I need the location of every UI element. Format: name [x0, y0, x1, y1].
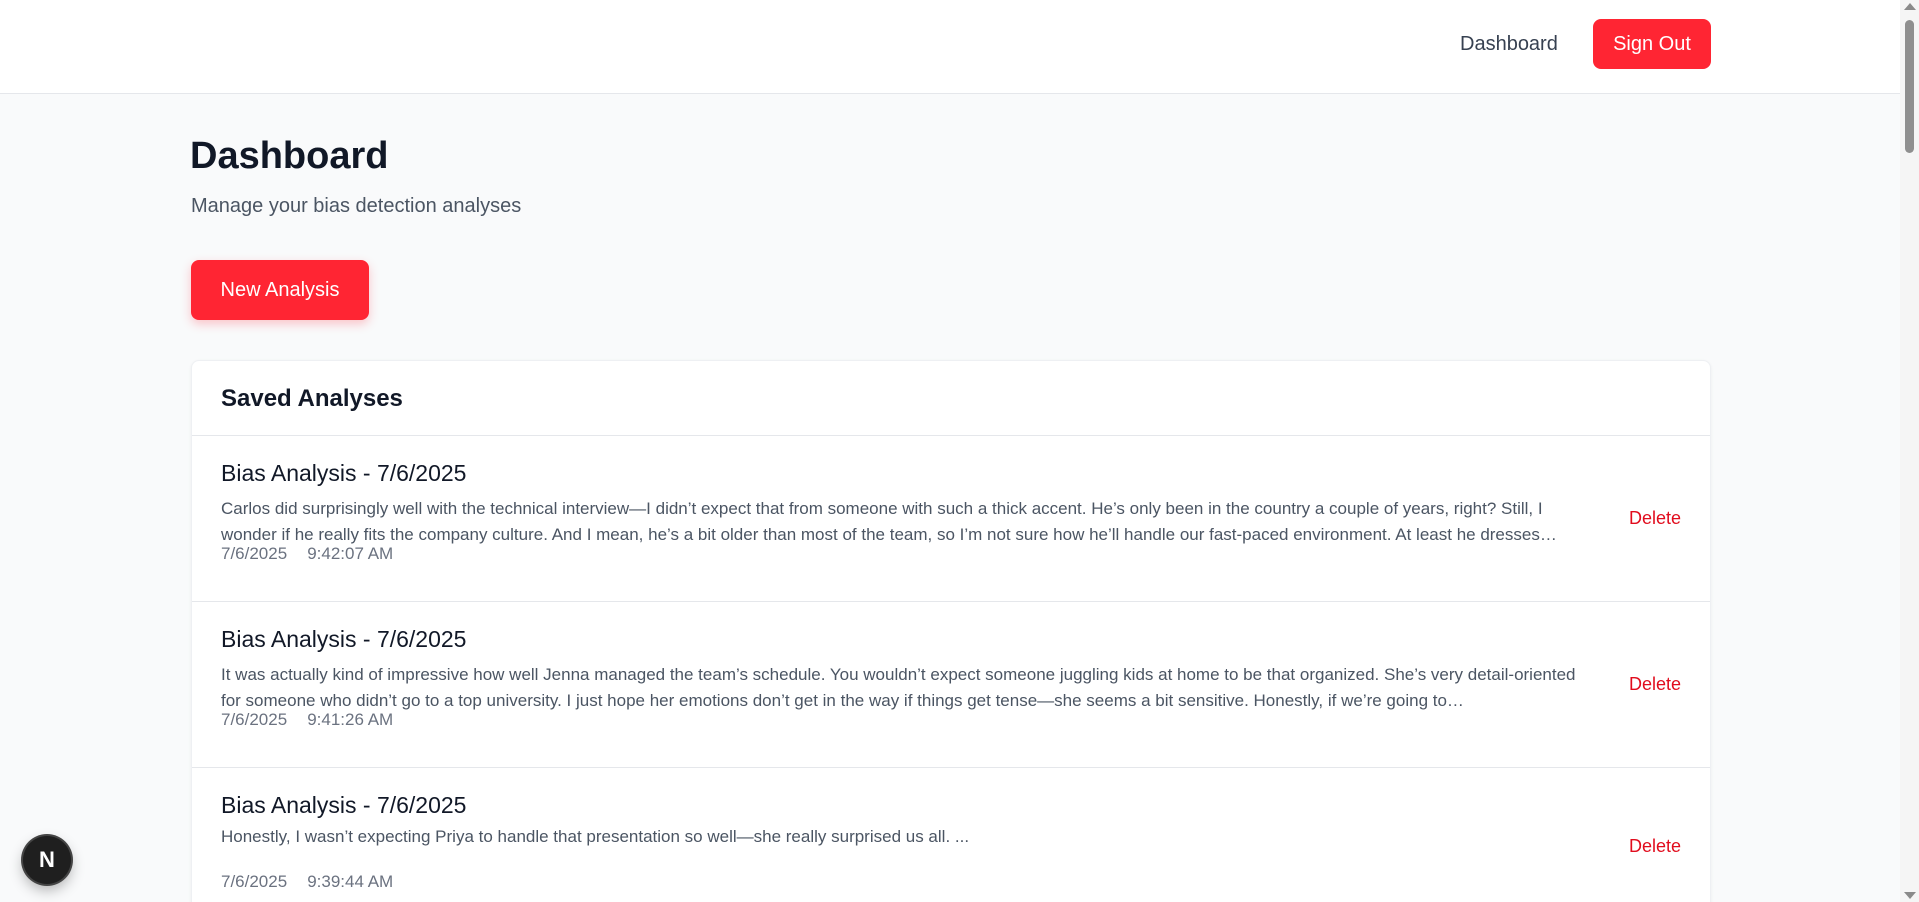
delete-button[interactable]: Delete [1629, 834, 1681, 858]
analysis-date: 7/6/2025 [221, 872, 288, 891]
card-header: Saved Analyses [192, 361, 1710, 436]
analysis-list-item[interactable]: Bias Analysis - 7/6/2025 Carlos did surp… [192, 436, 1710, 602]
saved-analyses-title: Saved Analyses [221, 385, 403, 412]
new-analysis-button[interactable]: New Analysis [191, 260, 369, 320]
analysis-timestamp: 7/6/2025 9:41:26 AM [221, 708, 393, 732]
scroll-down-arrow-icon[interactable] [1904, 892, 1916, 899]
analysis-title[interactable]: Bias Analysis - 7/6/2025 [221, 790, 466, 820]
analysis-list-item[interactable]: Bias Analysis - 7/6/2025 It was actually… [192, 602, 1710, 768]
delete-button[interactable]: Delete [1629, 672, 1681, 696]
nav-dashboard-link[interactable]: Dashboard [1460, 30, 1558, 58]
sign-out-button[interactable]: Sign Out [1593, 19, 1711, 69]
scrollbar-thumb[interactable] [1905, 20, 1914, 153]
analysis-time: 9:39:44 AM [307, 872, 394, 891]
analysis-time: 9:42:07 AM [307, 544, 394, 563]
top-navbar: Dashboard Sign Out [0, 0, 1900, 94]
analysis-date: 7/6/2025 [221, 710, 288, 729]
analysis-title[interactable]: Bias Analysis - 7/6/2025 [221, 624, 466, 654]
page-subtitle: Manage your bias detection analyses [191, 195, 522, 217]
analysis-list-item[interactable]: Bias Analysis - 7/6/2025 Honestly, I was… [192, 768, 1710, 902]
analysis-preview-text: Carlos did surprisingly well with the te… [221, 499, 1557, 544]
analysis-timestamp: 7/6/2025 9:42:07 AM [221, 542, 393, 566]
nextjs-dev-badge-icon[interactable]: N [23, 836, 71, 884]
saved-analyses-card: Saved Analyses Bias Analysis - 7/6/2025 … [191, 360, 1711, 902]
delete-button[interactable]: Delete [1629, 506, 1681, 530]
analysis-title[interactable]: Bias Analysis - 7/6/2025 [221, 458, 466, 488]
analysis-preview-text: Honestly, I wasn’t expecting Priya to ha… [221, 827, 970, 846]
scroll-up-arrow-icon[interactable] [1904, 3, 1916, 10]
analysis-timestamp: 7/6/2025 9:39:44 AM [221, 870, 393, 894]
page: Dashboard Sign Out Dashboard Manage your… [0, 0, 1919, 902]
vertical-scrollbar[interactable] [1900, 0, 1919, 902]
analysis-preview-text: It was actually kind of impressive how w… [221, 665, 1576, 710]
analysis-time: 9:41:26 AM [307, 710, 394, 729]
page-title: Dashboard [190, 135, 389, 177]
analysis-date: 7/6/2025 [221, 544, 288, 563]
